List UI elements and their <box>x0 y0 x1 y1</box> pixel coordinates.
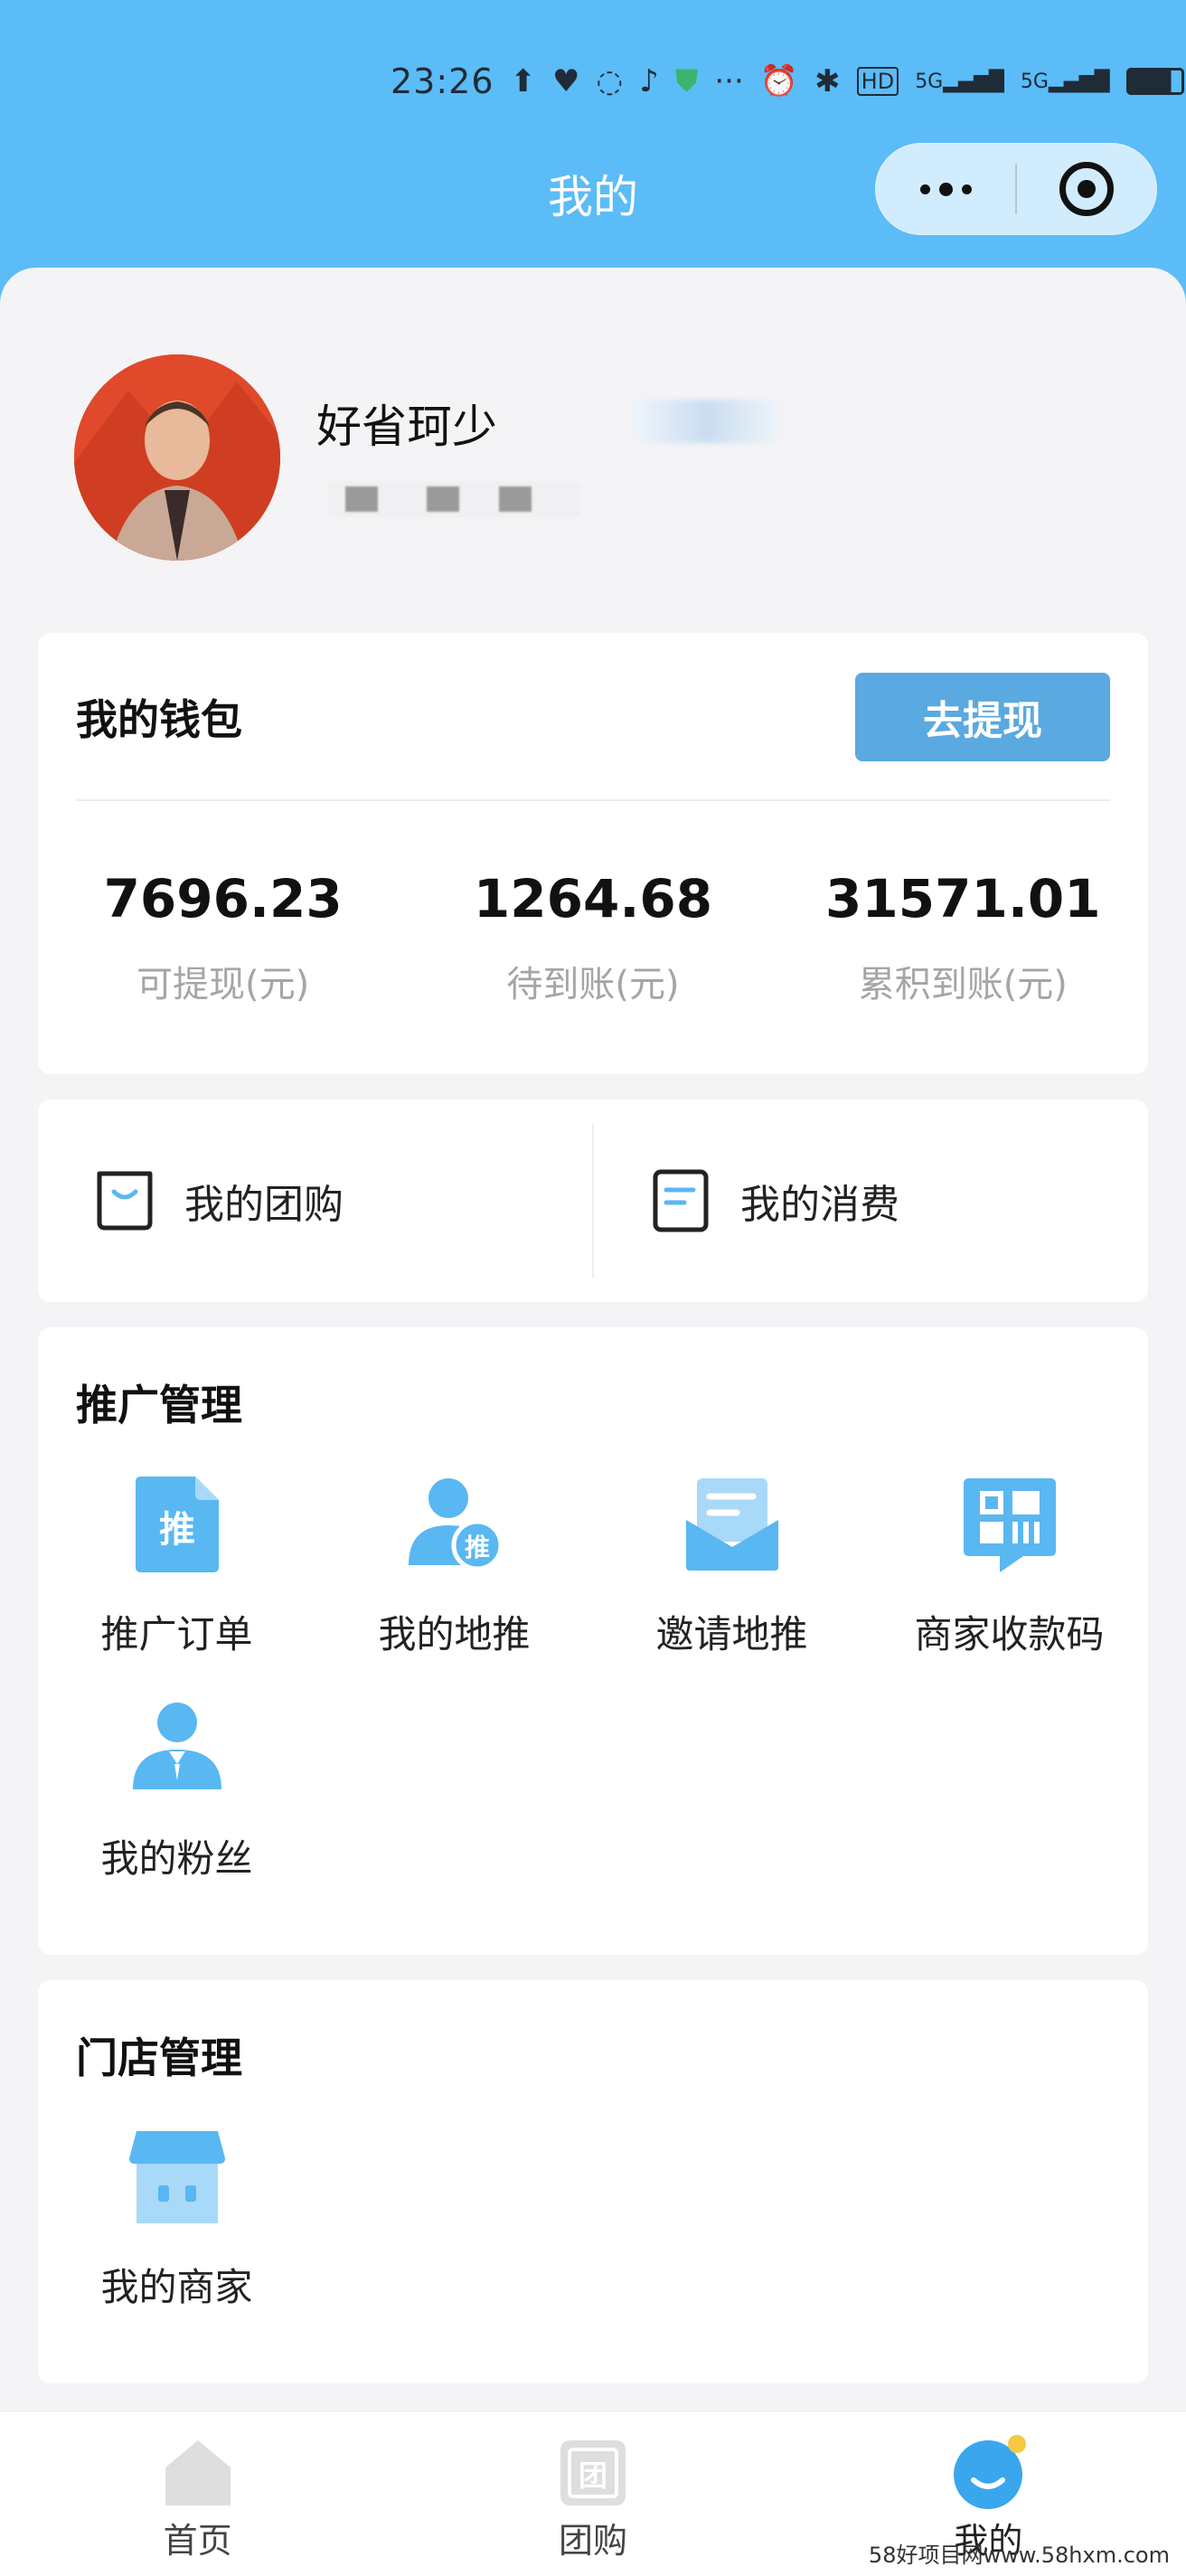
signal-5g-icon: 5G▂▄▆█ <box>915 70 1004 93</box>
grid-label: 我的粉丝 <box>100 1836 253 1881</box>
withdraw-button[interactable]: 去提现 <box>855 673 1110 761</box>
tab-group-buy[interactable]: 团 团购 <box>395 2411 790 2576</box>
heart-icon: ♥ <box>552 63 580 99</box>
stat-label: 累积到账(元) <box>858 964 1068 1005</box>
wallet-stats: 7696.23 可提现(元) 1264.68 待到账(元) 31571.01 累… <box>38 868 1148 1007</box>
nickname: 好省珂少 <box>316 401 497 453</box>
store-grid: 我的商家 <box>38 2125 1148 2349</box>
promotion-card: 推广管理 推 推广订单 推 我的地推 邀请地推 商家收款码 我的粉丝 <box>38 1327 1148 1955</box>
stat-accumulated[interactable]: 31571.01 累积到账(元) <box>778 868 1148 1007</box>
my-group-buy-button[interactable]: 我的团购 <box>38 1099 592 1302</box>
my-fans-button[interactable]: 我的粉丝 <box>38 1696 315 1920</box>
user-promo-glyph: 推 <box>464 1533 489 1562</box>
stat-value: 31571.01 <box>825 868 1101 929</box>
promotion-title: 推广管理 <box>76 1381 242 1430</box>
chat-icon: ◌ <box>596 63 624 99</box>
grid-label: 商家收款码 <box>914 1612 1105 1656</box>
wallet-title: 我的钱包 <box>76 695 242 744</box>
tiktok-icon: ♪ <box>639 63 659 99</box>
home-icon <box>165 2440 231 2505</box>
battery-icon <box>1125 68 1184 95</box>
avatar-image <box>74 354 280 561</box>
envelope-icon <box>685 1478 778 1571</box>
hd-icon: HD <box>856 67 899 96</box>
shop-icon <box>128 2131 225 2223</box>
bag-icon <box>97 1171 153 1231</box>
wallet-card: 我的钱包 去提现 7696.23 可提现(元) 1264.68 待到账(元) 3… <box>38 633 1148 1074</box>
redacted-info <box>327 481 580 517</box>
grid-label: 推广订单 <box>100 1612 253 1656</box>
more-dots-icon <box>919 182 972 196</box>
stat-pending[interactable]: 1264.68 待到账(元) <box>408 868 777 1007</box>
mini-program-capsule <box>875 143 1157 235</box>
stat-withdrawable[interactable]: 7696.23 可提现(元) <box>38 868 408 1007</box>
status-time: 23:26 <box>391 61 494 101</box>
stat-value: 1264.68 <box>473 868 713 929</box>
tab-bar: 首页 团 团购 我的 58好项目网www.58hxm.com <box>0 2411 1186 2576</box>
status-bar: 23:26 ⬆ ♥ ◌ ♪ ⛊ ··· ⏰ ✱ HD 5G▂▄▆█ 5G▂▄▆█ <box>391 56 1184 107</box>
shortcuts-card: 我的团购 我的消费 <box>38 1099 1148 1302</box>
shortcut-label: 我的消费 <box>740 1182 899 1228</box>
promo-glyph: 推 <box>159 1509 195 1551</box>
my-merchant-button[interactable]: 我的商家 <box>38 2125 315 2349</box>
stat-value: 7696.23 <box>103 868 343 929</box>
qr-code-icon <box>963 1478 1056 1572</box>
merchant-qr-button[interactable]: 商家收款码 <box>871 1472 1148 1696</box>
shortcut-label: 我的团购 <box>184 1182 344 1228</box>
store-title: 门店管理 <box>76 2033 242 2082</box>
group-buy-icon: 团 <box>560 2440 626 2505</box>
user-promo-icon: 推 <box>408 1478 503 1571</box>
tab-home[interactable]: 首页 <box>0 2411 395 2576</box>
shield-icon: ⛊ <box>674 63 699 99</box>
watermark: 58好项目网www.58hxm.com <box>868 2543 1170 2568</box>
wallet-divider <box>76 799 1110 801</box>
fans-icon <box>132 1703 221 1789</box>
upload-icon: ⬆ <box>510 63 537 99</box>
promotion-grid: 推 推广订单 推 我的地推 邀请地推 商家收款码 我的粉丝 <box>38 1472 1148 1920</box>
tab-label: 首页 <box>163 2521 232 2561</box>
close-target-icon <box>1059 162 1114 216</box>
profile-section: 好省珂少 <box>74 354 1114 562</box>
signal-5g-label-2: 5G <box>1020 70 1049 93</box>
alarm-icon: ⏰ <box>759 63 799 99</box>
promo-order-icon: 推 <box>135 1477 219 1572</box>
my-consumption-button[interactable]: 我的消费 <box>594 1099 1148 1302</box>
signal-5g-label: 5G <box>915 70 944 93</box>
tab-label: 团购 <box>558 2521 627 2561</box>
close-button[interactable] <box>1017 144 1156 234</box>
store-card: 门店管理 我的商家 <box>38 1980 1148 2383</box>
invite-ground-promo-button[interactable]: 邀请地推 <box>593 1472 871 1696</box>
grid-label: 我的商家 <box>100 2265 253 2309</box>
more-dots: ··· <box>714 63 744 99</box>
grid-label: 邀请地推 <box>655 1612 808 1656</box>
more-button[interactable] <box>876 144 1015 234</box>
stat-label: 待到账(元) <box>506 964 680 1005</box>
signal-5g-icon-2: 5G▂▄▆█ <box>1020 70 1110 93</box>
avatar[interactable] <box>74 354 280 561</box>
my-ground-promo-button[interactable]: 推 我的地推 <box>315 1472 593 1696</box>
grid-label: 我的地推 <box>378 1612 531 1656</box>
receipt-icon <box>653 1169 709 1232</box>
mine-icon <box>954 2435 1027 2509</box>
promo-order-button[interactable]: 推 推广订单 <box>38 1472 315 1696</box>
group-buy-glyph: 团 <box>579 2458 607 2493</box>
stat-label: 可提现(元) <box>136 964 310 1005</box>
bluetooth-icon: ✱ <box>814 63 841 99</box>
redacted-id <box>635 400 779 443</box>
